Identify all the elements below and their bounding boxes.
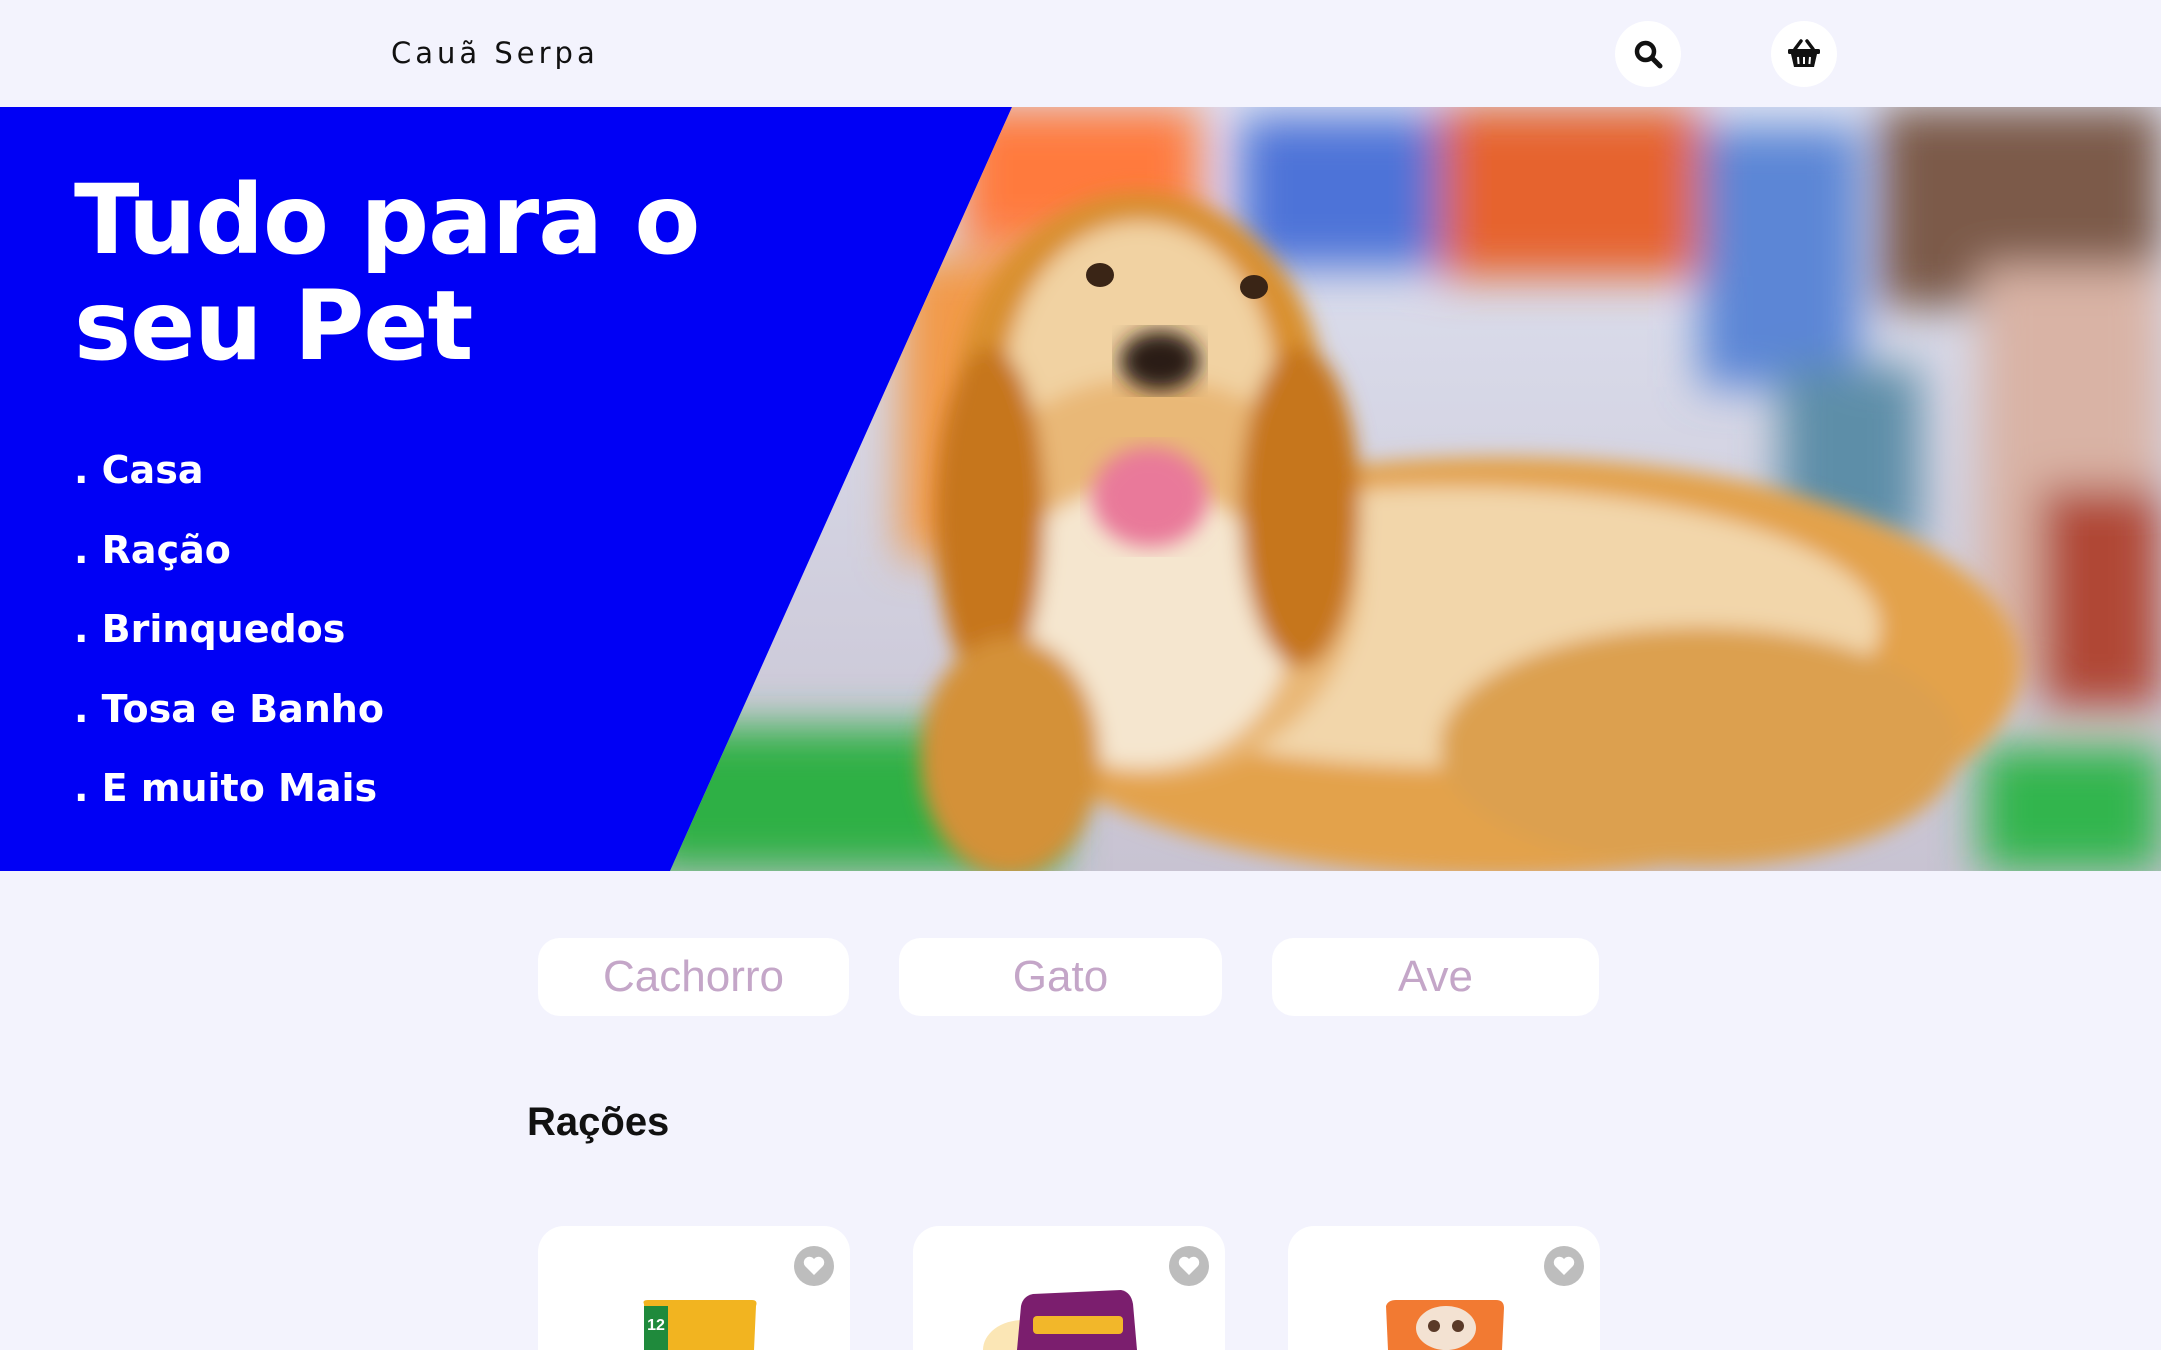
top-header: Cauã Serpa xyxy=(0,0,2161,107)
product-image xyxy=(1386,1300,1504,1350)
product-card[interactable] xyxy=(1288,1226,1600,1350)
category-ave-button[interactable]: Ave xyxy=(1272,938,1599,1016)
hero-feature-item: . Ração xyxy=(74,527,231,572)
hero-title: Tudo para o seu Pet xyxy=(74,164,700,382)
hero-feature-item: . Brinquedos xyxy=(74,607,346,651)
hero-feature-item: . E muito Mais xyxy=(74,766,378,810)
search-button[interactable] xyxy=(1615,21,1681,87)
page: Cauã Serpa Tudo para o seu Pet . Casa . … xyxy=(0,0,2161,1350)
favorite-button[interactable] xyxy=(1544,1246,1584,1286)
hero-feature-item: . Casa xyxy=(74,448,204,492)
category-gato-button[interactable]: Gato xyxy=(899,938,1222,1016)
search-icon xyxy=(1634,40,1663,69)
product-card[interactable]: 12 xyxy=(538,1226,850,1350)
category-cachorro-button[interactable]: Cachorro xyxy=(538,938,849,1016)
brand-name[interactable]: Cauã Serpa xyxy=(391,36,599,70)
favorite-button[interactable] xyxy=(1169,1246,1209,1286)
heart-icon xyxy=(1178,1256,1200,1275)
svg-text:12: 12 xyxy=(647,1317,665,1334)
product-image xyxy=(983,1290,1137,1350)
heart-icon xyxy=(1553,1256,1575,1275)
favorite-button[interactable] xyxy=(794,1246,834,1286)
section-title: Rações xyxy=(527,1100,670,1144)
hero-feature-list: . Casa . Ração . Brinquedos . Tosa e Ban… xyxy=(74,431,384,829)
heart-icon xyxy=(803,1256,825,1275)
hero-banner: Tudo para o seu Pet . Casa . Ração . Bri… xyxy=(0,107,2161,871)
product-image: 12 xyxy=(643,1300,757,1350)
product-card[interactable] xyxy=(913,1226,1225,1350)
basket-icon xyxy=(1788,39,1820,67)
basket-button[interactable] xyxy=(1771,21,1837,87)
hero-feature-item: . Tosa e Banho xyxy=(74,686,384,731)
